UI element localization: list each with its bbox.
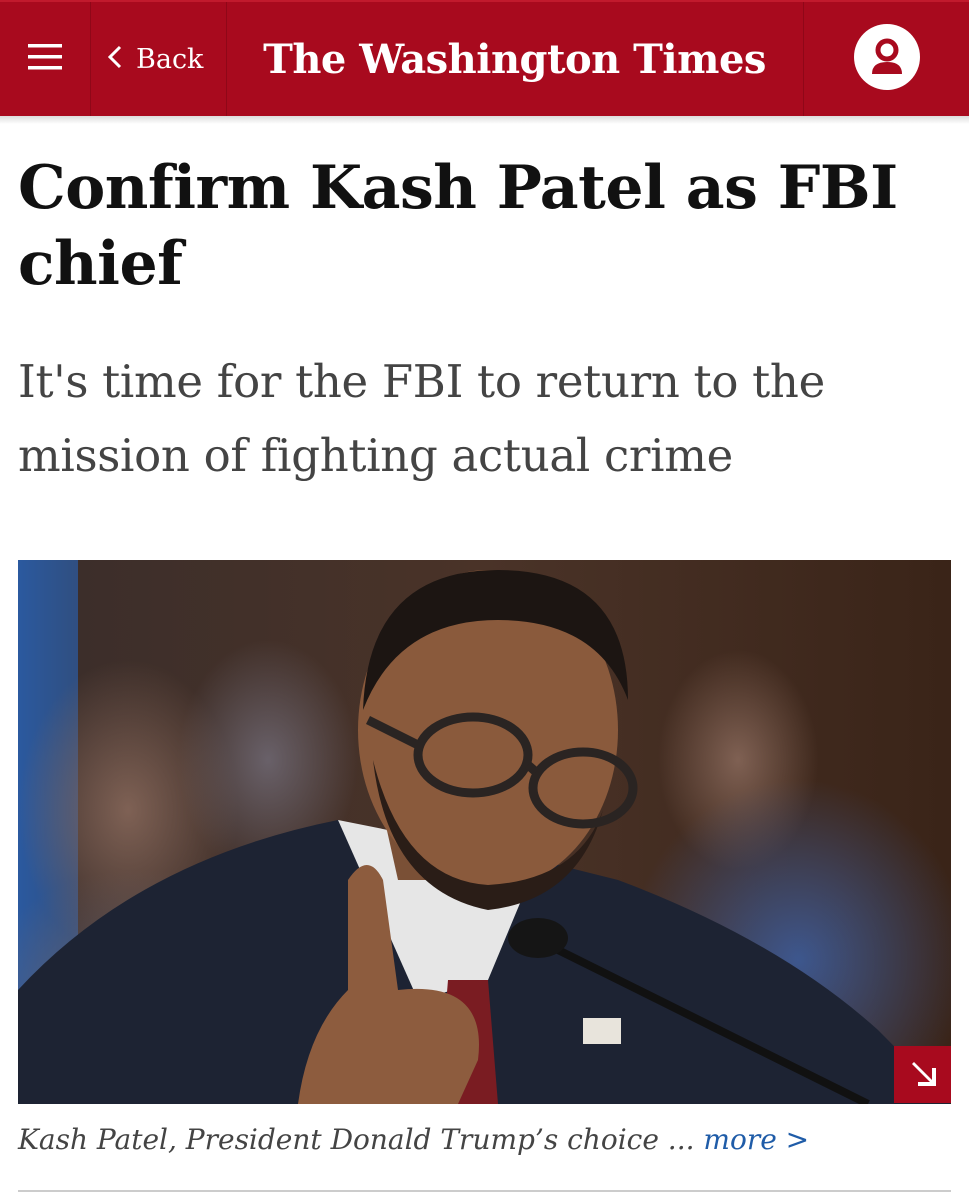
caption-more-link[interactable]: more > xyxy=(703,1123,809,1156)
photo-expand-button[interactable] xyxy=(894,1046,951,1103)
article-photo[interactable] xyxy=(18,560,951,1104)
article-headline: Confirm Kash Patel as FBI chief xyxy=(18,153,898,299)
header-shadow xyxy=(0,116,969,124)
back-label: Back xyxy=(136,43,204,75)
site-logo[interactable]: The Washington Times xyxy=(226,2,803,116)
account-button[interactable] xyxy=(803,2,969,116)
article-subheadline: It's time for the FBI to return to the m… xyxy=(18,355,825,482)
expand-arrow-icon xyxy=(908,1058,938,1092)
back-button[interactable]: Back xyxy=(90,2,227,116)
caption-text: Kash Patel, President Donald Trump’s cho… xyxy=(18,1123,695,1156)
divider xyxy=(18,1190,951,1192)
user-account-icon xyxy=(854,24,920,94)
menu-button[interactable] xyxy=(0,2,91,116)
chevron-left-icon xyxy=(107,45,122,73)
hamburger-menu-icon xyxy=(28,44,62,74)
top-navigation-bar: Back The Washington Times xyxy=(0,0,969,116)
photo-caption: Kash Patel, President Donald Trump’s cho… xyxy=(18,1118,948,1162)
